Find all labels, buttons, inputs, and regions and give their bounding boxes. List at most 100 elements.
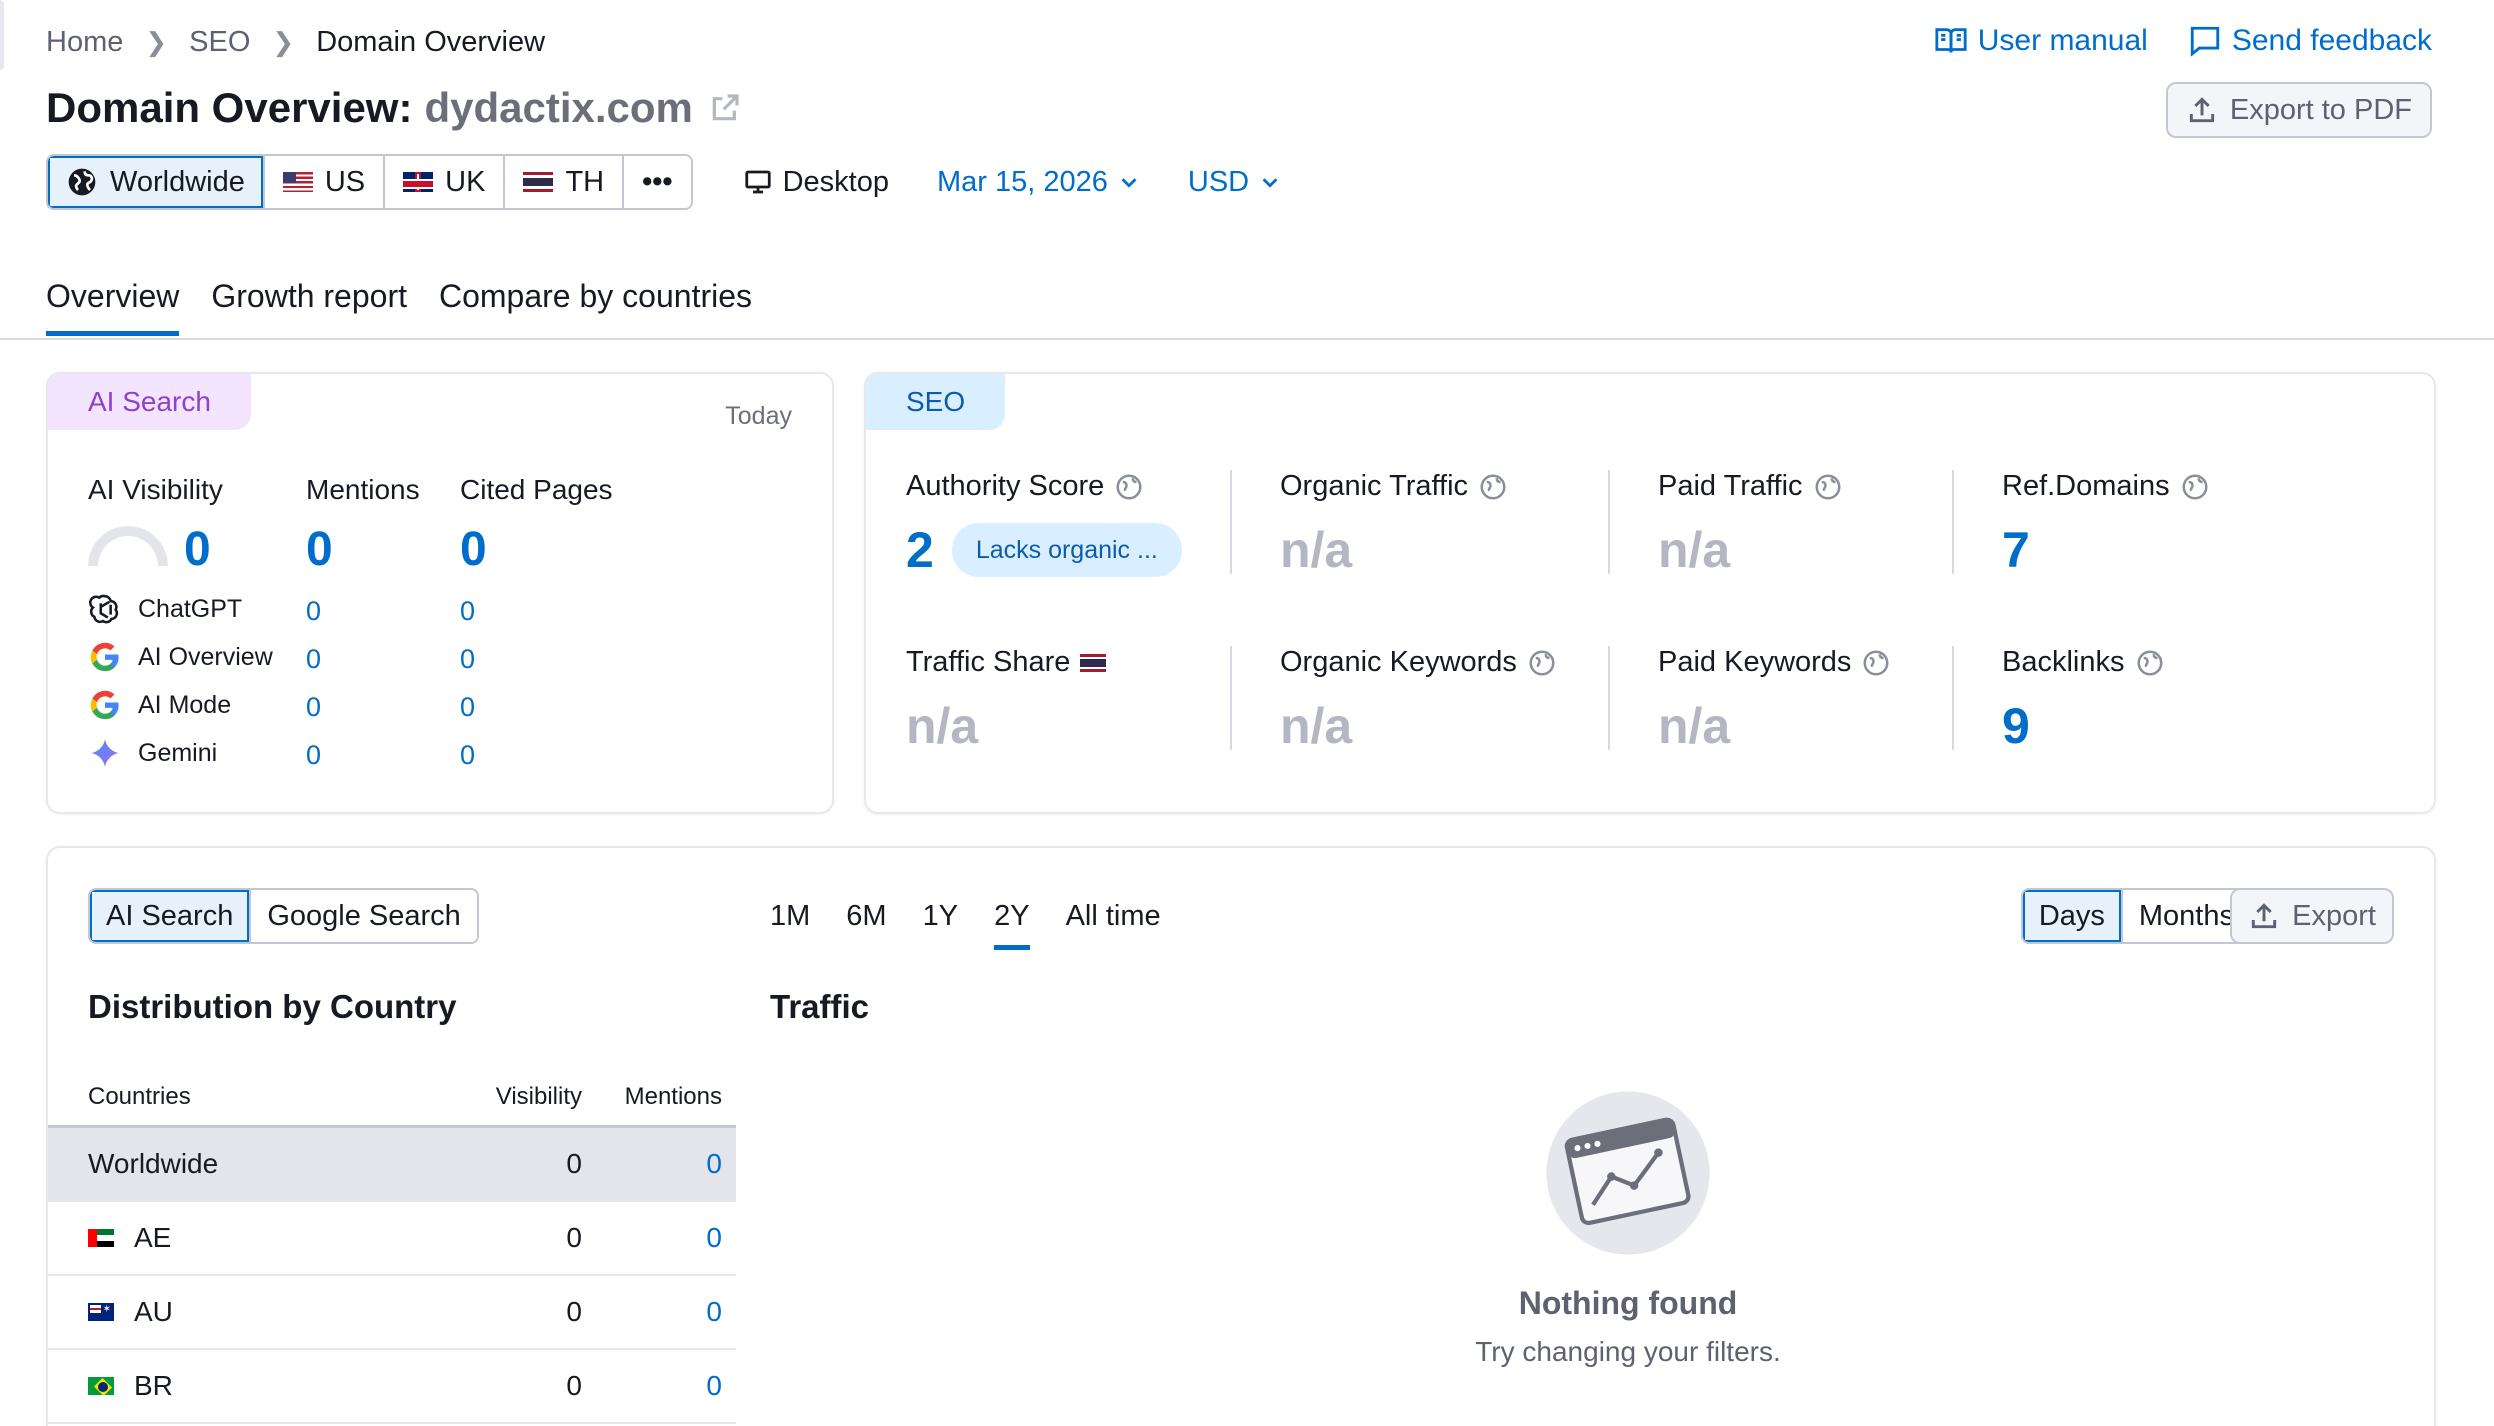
breadcrumb-home[interactable]: Home bbox=[46, 26, 123, 59]
table-row[interactable]: AU 0 0 bbox=[48, 1276, 736, 1350]
external-link-icon[interactable] bbox=[709, 92, 741, 124]
send-feedback-label: Send feedback bbox=[2231, 24, 2432, 57]
db-us[interactable]: US bbox=[264, 156, 386, 208]
chevron-down-icon bbox=[1121, 178, 1137, 188]
row-visibility: 0 bbox=[566, 1296, 582, 1327]
paid-keywords-value: n/a bbox=[1658, 698, 1731, 754]
row-mentions[interactable]: 0 bbox=[582, 1222, 722, 1254]
table-row[interactable]: AE 0 0 bbox=[48, 1202, 736, 1276]
currency-dropdown[interactable]: USD bbox=[1188, 166, 1281, 199]
range-1m[interactable]: 1M bbox=[770, 900, 810, 950]
seo-tag: SEO bbox=[866, 374, 1006, 430]
date-dropdown[interactable]: Mar 15, 2026 bbox=[937, 166, 1140, 199]
info-globe-icon[interactable] bbox=[1527, 648, 1557, 678]
range-2y[interactable]: 2Y bbox=[994, 900, 1030, 950]
cited-pages-label: Cited Pages bbox=[460, 474, 613, 505]
ai-search-card: AI Search Today AI Visibility Mentions C… bbox=[46, 372, 834, 814]
header-countries[interactable]: Countries bbox=[88, 1083, 452, 1111]
db-worldwide[interactable]: Worldwide bbox=[48, 156, 265, 208]
range-all-time[interactable]: All time bbox=[1066, 900, 1161, 950]
header-visibility[interactable]: Visibility bbox=[452, 1083, 582, 1111]
gemini-mentions[interactable]: 0 bbox=[306, 740, 321, 771]
table-row[interactable]: Worldwide 0 0 bbox=[48, 1128, 736, 1202]
db-us-label: US bbox=[324, 165, 366, 198]
info-globe-icon[interactable] bbox=[1114, 472, 1144, 502]
backlinks-value[interactable]: 9 bbox=[2002, 697, 2030, 755]
empty-chart-illustration-icon bbox=[1546, 1091, 1710, 1255]
db-uk-label: UK bbox=[445, 165, 486, 198]
flag-us-icon bbox=[282, 172, 313, 192]
toggle-ai-search[interactable]: AI Search bbox=[90, 890, 252, 942]
empty-subtitle: Try changing your filters. bbox=[1475, 1336, 1781, 1367]
row-mentions[interactable]: 0 bbox=[582, 1296, 722, 1328]
row-visibility: 0 bbox=[566, 1222, 582, 1253]
toggle-google-search[interactable]: Google Search bbox=[251, 890, 477, 942]
info-globe-icon[interactable] bbox=[1861, 648, 1891, 678]
breadcrumb-seo[interactable]: SEO bbox=[189, 26, 250, 59]
chevron-right-icon: ❯ bbox=[272, 27, 295, 57]
info-globe-icon[interactable] bbox=[1478, 472, 1508, 502]
flag-au-icon bbox=[88, 1303, 114, 1321]
paid-keywords-metric: Paid Keywords n/a bbox=[1658, 646, 1891, 755]
page-title: Domain Overview: dydactix.com bbox=[46, 84, 741, 132]
tab-growth-report[interactable]: Growth report bbox=[211, 278, 407, 336]
backlinks-label: Backlinks bbox=[2002, 646, 2125, 678]
row-mentions[interactable]: 0 bbox=[582, 1370, 722, 1402]
ai-mode-mentions[interactable]: 0 bbox=[306, 692, 321, 723]
chatgpt-mentions[interactable]: 0 bbox=[306, 596, 321, 627]
tab-compare-by-countries[interactable]: Compare by countries bbox=[439, 278, 752, 336]
export-pdf-button[interactable]: Export to PDF bbox=[2165, 82, 2432, 138]
ai-row-label: Gemini bbox=[138, 738, 218, 767]
authority-score-value[interactable]: 2 bbox=[906, 521, 934, 579]
export-label: Export bbox=[2292, 899, 2376, 932]
info-globe-icon[interactable] bbox=[2135, 648, 2165, 678]
lacks-organic-pill[interactable]: Lacks organic ... bbox=[951, 523, 1182, 577]
range-6m[interactable]: 6M bbox=[846, 900, 886, 950]
google-icon bbox=[90, 642, 119, 672]
database-row: Worldwide US UK TH ••• Desktop Mar 15, 2… bbox=[46, 154, 1281, 210]
granularity-toggle: Days Months bbox=[2020, 888, 2252, 944]
cited-pages-value[interactable]: 0 bbox=[460, 522, 487, 577]
db-th-label: TH bbox=[565, 165, 605, 198]
title-prefix: Domain Overview: bbox=[46, 84, 413, 131]
ai-overview-mentions[interactable]: 0 bbox=[306, 644, 321, 675]
flag-th-icon bbox=[523, 172, 554, 192]
breadcrumb: Home ❯ SEO ❯ Domain Overview bbox=[46, 26, 545, 59]
mentions-label: Mentions bbox=[306, 474, 420, 505]
header-mentions[interactable]: Mentions bbox=[582, 1083, 722, 1111]
range-1y[interactable]: 1Y bbox=[923, 900, 958, 950]
info-globe-icon[interactable] bbox=[2180, 472, 2210, 502]
ai-row-ai-overview: AI Overview bbox=[88, 640, 273, 674]
traffic-share-value: n/a bbox=[906, 698, 979, 754]
authority-score-metric: Authority Score 2 Lacks organic ... bbox=[906, 470, 1182, 579]
desktop-icon bbox=[744, 170, 771, 194]
device-selector[interactable]: Desktop bbox=[743, 166, 889, 199]
gemini-cited[interactable]: 0 bbox=[460, 740, 475, 771]
db-uk[interactable]: UK bbox=[385, 156, 506, 208]
empty-state: Nothing found Try changing your filters. bbox=[1408, 1088, 1848, 1368]
ai-row-label: AI Overview bbox=[138, 642, 273, 671]
db-more-button[interactable]: ••• bbox=[624, 156, 691, 208]
row-mentions[interactable]: 0 bbox=[582, 1148, 722, 1180]
mentions-value[interactable]: 0 bbox=[306, 522, 333, 577]
book-icon bbox=[1935, 28, 1967, 53]
toggle-days[interactable]: Days bbox=[2022, 890, 2123, 942]
db-th[interactable]: TH bbox=[505, 156, 625, 208]
export-button[interactable]: Export bbox=[2230, 888, 2394, 944]
chatgpt-cited[interactable]: 0 bbox=[460, 596, 475, 627]
flag-th-icon bbox=[1080, 653, 1107, 672]
gemini-icon bbox=[90, 738, 120, 768]
ref-domains-value[interactable]: 7 bbox=[2002, 521, 2030, 579]
ai-date-label: Today bbox=[725, 402, 792, 430]
tab-overview[interactable]: Overview bbox=[46, 278, 180, 336]
metric-divider bbox=[1230, 646, 1232, 750]
ai-overview-cited[interactable]: 0 bbox=[460, 644, 475, 675]
ai-visibility-value[interactable]: 0 bbox=[184, 522, 211, 577]
ai-row-label: ChatGPT bbox=[138, 594, 243, 623]
top-links: User manual Send feedback bbox=[1934, 24, 2432, 58]
table-row[interactable]: BR 0 0 bbox=[48, 1350, 736, 1424]
info-globe-icon[interactable] bbox=[1813, 472, 1843, 502]
user-manual-link[interactable]: User manual bbox=[1934, 24, 2148, 58]
ai-mode-cited[interactable]: 0 bbox=[460, 692, 475, 723]
send-feedback-link[interactable]: Send feedback bbox=[2188, 24, 2432, 58]
